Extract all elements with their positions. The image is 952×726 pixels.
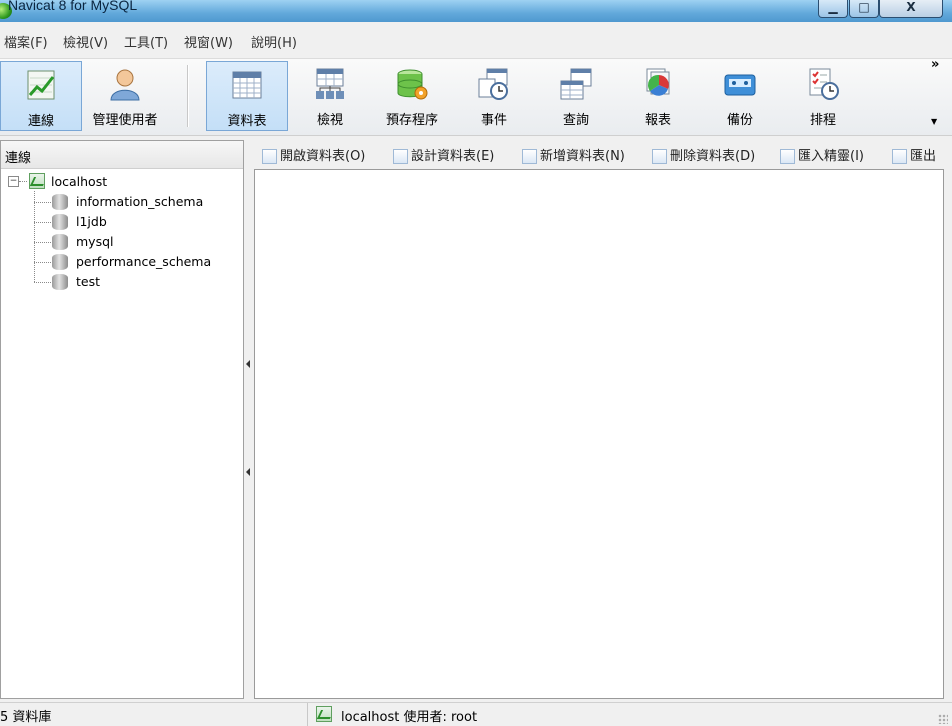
import-wizard-icon	[780, 149, 795, 164]
report-icon	[646, 68, 670, 96]
toolbar-manage-users-label: 管理使用者	[92, 113, 158, 128]
tree-label-database: l1jdb	[76, 214, 107, 229]
toolbar-connection-button[interactable]: 連線	[0, 61, 82, 131]
backup-icon	[724, 74, 756, 96]
toolbar-procedure-label: 預存程序	[385, 113, 438, 128]
collapse-left-arrow-icon[interactable]	[246, 358, 251, 370]
status-connection-info: localhost 使用者: root	[341, 710, 478, 725]
maximize-button[interactable]: □	[849, 0, 879, 18]
menu-tools[interactable]: 工具(T)	[124, 32, 168, 51]
toolbar-view-label: 檢視	[316, 113, 343, 128]
toolbar-backup-button[interactable]: 備份	[700, 61, 780, 131]
toolbar-backup-label: 備份	[726, 113, 753, 128]
main-toolbar: 連線 管理使用者 資料表 檢視 預存程序 事件 查詢 報表 備份 排程 » ▼	[0, 57, 952, 136]
object-toolbar: 開啟資料表(O) 設計資料表(E) 新增資料表(N) 刪除資料表(D) 匯入精靈…	[254, 140, 952, 169]
export-wizard-icon	[892, 149, 907, 164]
menu-view[interactable]: 檢視(V)	[63, 32, 108, 51]
minimize-button[interactable]: ▁	[818, 0, 848, 18]
toolbar-query-label: 查詢	[562, 113, 589, 128]
title-bar[interactable]: Navicat 8 for MySQL ▁ □ X	[0, 0, 952, 23]
database-count: 5 資料庫	[0, 710, 52, 725]
tree-collapse-icon[interactable]: −	[8, 176, 19, 187]
toolbar-event-label: 事件	[480, 113, 507, 128]
connection-status-icon	[316, 706, 332, 722]
delete-table-button[interactable]: 刪除資料表(D)	[652, 145, 755, 164]
tree-label-localhost: localhost	[51, 174, 108, 189]
new-table-button[interactable]: 新增資料表(N)	[522, 145, 625, 164]
database-icon	[52, 214, 68, 230]
tree-node-localhost[interactable]: − localhost	[1, 172, 243, 192]
connection-panel-title: 連線	[5, 151, 32, 166]
tree-node-database[interactable]: performance_schema	[1, 252, 243, 272]
tree-label-database: performance_schema	[76, 254, 212, 269]
query-icon	[560, 68, 592, 100]
minimize-icon: ▁	[828, 0, 838, 14]
panel-splitter[interactable]	[244, 140, 254, 699]
import-wizard-button[interactable]: 匯入精靈(I)	[780, 145, 864, 164]
toolbar-table-button[interactable]: 資料表	[206, 61, 288, 131]
design-table-icon	[393, 149, 408, 164]
menu-window[interactable]: 視窗(W)	[184, 32, 233, 51]
database-icon	[52, 274, 68, 290]
menu-help[interactable]: 說明(H)	[251, 32, 297, 51]
resize-grip-icon[interactable]	[938, 714, 948, 724]
open-table-label: 開啟資料表(O)	[280, 149, 366, 164]
design-table-button[interactable]: 設計資料表(E)	[393, 145, 494, 164]
toolbar-report-label: 報表	[644, 113, 671, 128]
open-table-icon	[262, 149, 277, 164]
toolbar-table-label: 資料表	[227, 114, 267, 129]
export-wizard-label: 匯出	[910, 149, 937, 164]
export-wizard-button[interactable]: 匯出	[892, 145, 936, 164]
new-table-icon	[522, 149, 537, 164]
close-icon: X	[906, 0, 916, 14]
toolbar-overflow-chevron-icon[interactable]: »	[931, 57, 939, 72]
table-icon	[232, 71, 262, 99]
toolbar-procedure-button[interactable]: 預存程序	[372, 61, 452, 131]
collapse-left-arrow-icon[interactable]	[246, 466, 251, 478]
status-connection: localhost 使用者: root	[307, 703, 947, 726]
open-table-button[interactable]: 開啟資料表(O)	[262, 145, 365, 164]
toolbar-view-button[interactable]: 檢視	[290, 61, 370, 131]
schedule-icon	[809, 68, 839, 100]
toolbar-schedule-button[interactable]: 排程	[782, 61, 864, 131]
event-icon	[478, 68, 508, 100]
view-icon	[316, 68, 344, 99]
tree-node-database[interactable]: l1jdb	[1, 212, 243, 232]
design-table-label: 設計資料表(E)	[411, 149, 495, 164]
tree-node-database[interactable]: mysql	[1, 232, 243, 252]
delete-table-icon	[652, 149, 667, 164]
connection-status-icon	[29, 173, 45, 189]
database-icon	[52, 234, 68, 250]
toolbar-manage-users-button[interactable]: 管理使用者	[84, 61, 166, 131]
tree-label-database: test	[76, 274, 101, 289]
tree-label-database: mysql	[76, 234, 114, 249]
tree-node-database[interactable]: information_schema	[1, 192, 243, 212]
object-list-panel[interactable]	[254, 169, 944, 699]
maximize-icon: □	[858, 0, 870, 14]
toolbar-connection-label: 連線	[27, 114, 54, 129]
toolbar-report-button[interactable]: 報表	[618, 61, 698, 131]
toolbar-schedule-label: 排程	[809, 113, 836, 128]
procedure-icon	[397, 69, 428, 100]
menu-bar: 檔案(F) 檢視(V) 工具(T) 視窗(W) 說明(H)	[0, 22, 952, 59]
toolbar-separator	[187, 65, 189, 127]
tree-node-database[interactable]: test	[1, 272, 243, 292]
status-bar: 5 資料庫 localhost 使用者: root	[0, 702, 952, 726]
connection-panel: 連線 − localhost information_schema l1jdb …	[0, 140, 244, 699]
tree-label-database: information_schema	[76, 194, 204, 209]
connection-panel-header: 連線	[1, 141, 243, 169]
toolbar-event-button[interactable]: 事件	[454, 61, 534, 131]
new-table-label: 新增資料表(N)	[540, 149, 625, 164]
menu-file[interactable]: 檔案(F)	[4, 32, 48, 51]
delete-table-label: 刪除資料表(D)	[670, 149, 756, 164]
close-button[interactable]: X	[879, 0, 943, 18]
import-wizard-label: 匯入精靈(I)	[798, 149, 864, 164]
database-icon	[52, 194, 68, 210]
connection-icon	[27, 70, 55, 100]
user-icon	[110, 69, 140, 101]
toolbar-dropdown-icon[interactable]: ▼	[931, 117, 937, 126]
window-title: Navicat 8 for MySQL	[8, 0, 138, 13]
database-icon	[52, 254, 68, 270]
toolbar-query-button[interactable]: 查詢	[536, 61, 616, 131]
